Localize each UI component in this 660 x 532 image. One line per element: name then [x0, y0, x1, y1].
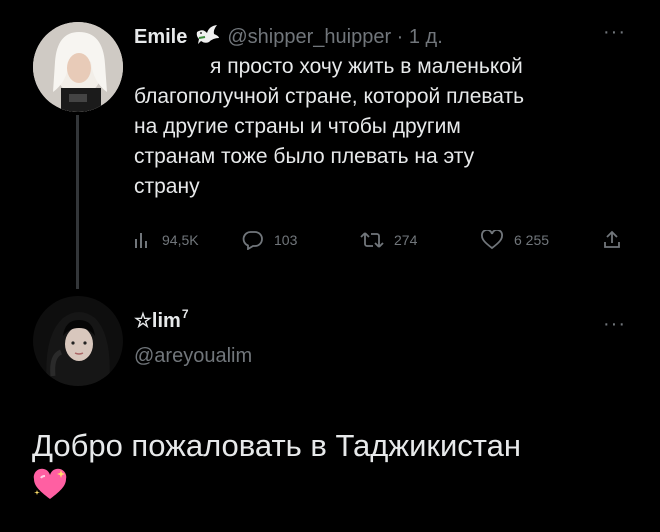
author-name[interactable]: Emile — [134, 26, 187, 49]
tweet-text-line: благополучной стране, которой плевать — [134, 85, 525, 108]
retweet-count: 274 — [394, 232, 418, 248]
reply-author-name-text: ☆lim — [134, 310, 181, 332]
author-handle-time[interactable]: @shipper_huipper · 1 д. — [227, 26, 442, 49]
author-avatar[interactable] — [33, 22, 123, 112]
retweet-icon — [360, 232, 384, 248]
reply-author-avatar[interactable] — [33, 296, 123, 386]
tweet-text: я просто хочу жить в маленькой благополу… — [134, 52, 634, 202]
reply-icon — [242, 231, 263, 250]
more-options-icon[interactable]: ··· — [603, 314, 626, 334]
reply-header: ☆lim 7 @areyoualim — [134, 308, 252, 368]
like-count: 6 255 — [514, 232, 550, 248]
thread-connector-line — [76, 115, 79, 289]
share-icon — [604, 230, 620, 248]
retweet-button[interactable]: 274 — [360, 230, 417, 250]
dove-icon — [195, 24, 221, 51]
views-icon — [135, 233, 147, 248]
views-button[interactable]: 94,5K — [132, 230, 199, 250]
tweet-action-bar: 94,5K 103 274 6 255 — [128, 230, 626, 260]
reply-author-name[interactable]: ☆lim 7 — [134, 308, 252, 333]
tweet-text-line: на другие страны и чтобы другим — [134, 115, 461, 138]
like-button[interactable]: 6 255 — [480, 230, 549, 250]
reply-author-handle[interactable]: @areyoualim — [134, 345, 252, 368]
tweet-text-line: страну — [134, 175, 200, 198]
tweet-text-line: я просто хочу жить в маленькой — [210, 55, 523, 78]
reply-author-superscript: 7 — [181, 307, 189, 321]
reply-button[interactable]: 103 — [242, 230, 297, 250]
reply-count: 103 — [274, 232, 298, 248]
sparkling-heart-icon — [32, 468, 68, 507]
tweet-text-line: странам тоже было плевать на эту — [134, 145, 475, 168]
heart-icon — [481, 230, 503, 250]
tweet-header: Emile @shipper_huipper · 1 д. — [134, 24, 443, 51]
avatar-image — [33, 22, 123, 112]
avatar-image — [33, 296, 123, 386]
more-options-icon[interactable]: ··· — [603, 22, 626, 42]
reply-text: Добро пожаловать в Таджикистан — [32, 428, 522, 463]
views-count: 94,5K — [162, 232, 199, 248]
share-button[interactable] — [602, 230, 632, 250]
